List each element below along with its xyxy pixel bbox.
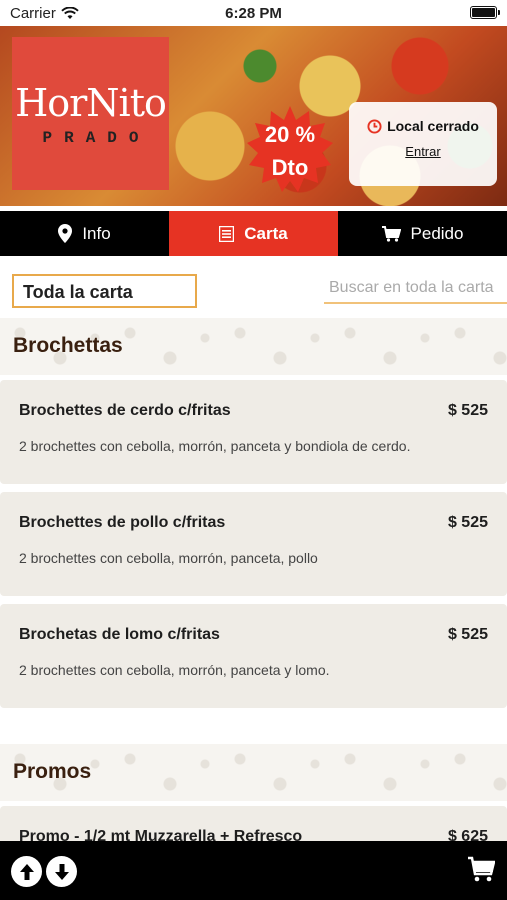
- store-status-text: Local cerrado: [387, 118, 479, 134]
- discount-percent: 20 %: [264, 122, 316, 147]
- menu-item-description: 2 brochettes con cebolla, morrón, pancet…: [19, 438, 411, 454]
- menu-item-name: Brochettes de pollo c/fritas: [19, 514, 226, 531]
- discount-label: Dto: [271, 155, 309, 180]
- cart-icon: [381, 225, 401, 242]
- menu-search-input[interactable]: [324, 274, 507, 304]
- menu-item[interactable]: Promo - 1/2 mt Muzzarella + Refresco $ 6…: [0, 806, 507, 841]
- menu-content[interactable]: Brochettas Brochettes de cerdo c/fritas …: [0, 318, 507, 841]
- discount-badge: 20 % Dto: [247, 106, 333, 192]
- scroll-down-button[interactable]: [46, 856, 77, 887]
- scroll-up-button[interactable]: [11, 856, 42, 887]
- section-header: Promos: [0, 744, 507, 801]
- clock: 6:28 PM: [225, 5, 282, 22]
- status-bar: Carrier 6:28 PM: [0, 0, 507, 26]
- section-items: Promo - 1/2 mt Muzzarella + Refresco $ 6…: [0, 801, 507, 841]
- main-tabs: Info Carta Pedido: [0, 211, 507, 256]
- tab-carta-label: Carta: [244, 223, 288, 243]
- cart-icon: [468, 856, 496, 882]
- clock-icon: [367, 118, 382, 134]
- logo-subtitle: PRADO: [42, 128, 151, 147]
- menu-item-price: $ 525: [447, 514, 488, 531]
- menu-item-description: 2 brochettes con cebolla, morrón, pancet…: [19, 662, 330, 678]
- enter-link[interactable]: Entrar: [405, 144, 440, 159]
- location-pin-icon: [58, 224, 73, 243]
- restaurant-banner: HorNito PRADO 20 % Dto Local cerrado Ent…: [0, 26, 507, 206]
- menu-item-description: 2 brochettes con cebolla, morrón, pancet…: [19, 550, 318, 566]
- restaurant-logo: HorNito PRADO: [12, 37, 169, 190]
- menu-item-price: $ 525: [447, 402, 488, 419]
- section-title: Brochettas: [13, 334, 123, 357]
- logo-word: HorNito: [15, 80, 167, 125]
- menu-item[interactable]: Brochettes de cerdo c/fritas $ 525 2 bro…: [0, 380, 507, 484]
- menu-item[interactable]: Brochettes de pollo c/fritas $ 525 2 bro…: [0, 492, 507, 596]
- menu-item[interactable]: Brochetas de lomo c/fritas $ 525 2 broch…: [0, 604, 507, 708]
- section-items: Brochettes de cerdo c/fritas $ 525 2 bro…: [0, 375, 507, 721]
- tab-info-label: Info: [82, 223, 111, 243]
- menu-item-name: Promo - 1/2 mt Muzzarella + Refresco: [19, 828, 303, 841]
- menu-item-price: $ 625: [447, 828, 488, 841]
- tab-info[interactable]: Info: [0, 211, 169, 256]
- section-title: Promos: [13, 760, 92, 783]
- battery-icon: [470, 6, 500, 19]
- arrow-down-icon: [54, 863, 69, 880]
- menu-item-name: Brochetas de lomo c/fritas: [19, 626, 220, 643]
- tab-carta[interactable]: Carta: [169, 211, 338, 256]
- tab-pedido-label: Pedido: [410, 223, 464, 243]
- menu-item-price: $ 525: [447, 626, 488, 643]
- menu-item-name: Brochettes de cerdo c/fritas: [19, 402, 231, 419]
- cart-button[interactable]: [467, 856, 496, 887]
- category-select[interactable]: Toda la carta: [12, 274, 197, 308]
- menu-list-icon: [219, 225, 235, 242]
- menu-filter-bar: Toda la carta: [0, 256, 507, 318]
- arrow-up-icon: [19, 863, 34, 880]
- bottom-toolbar: [0, 841, 507, 900]
- section-header: Brochettas: [0, 318, 507, 375]
- tab-pedido[interactable]: Pedido: [338, 211, 507, 256]
- store-status-panel: Local cerrado Entrar: [349, 102, 497, 186]
